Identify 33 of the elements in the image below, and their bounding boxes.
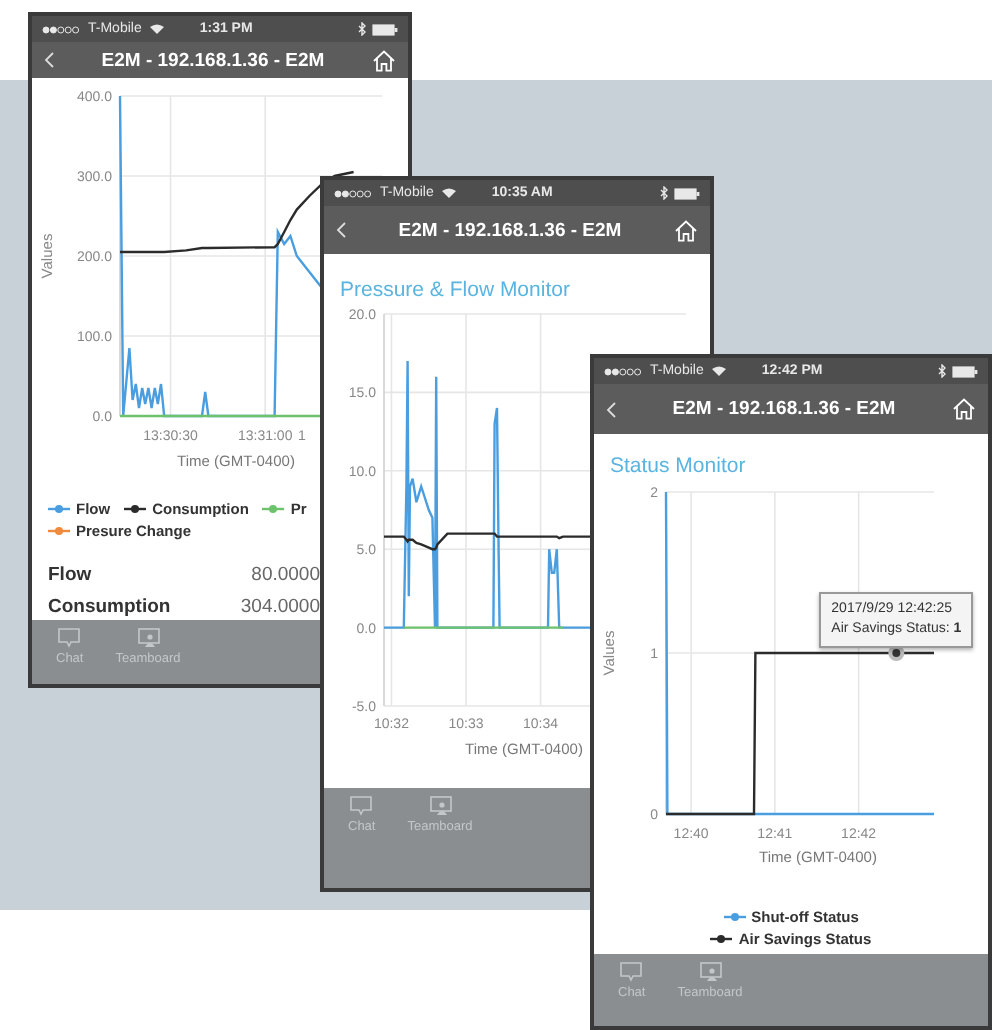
chat-icon <box>58 628 81 648</box>
home-icon[interactable] <box>952 398 976 420</box>
reading-value: 80.0000 <box>251 564 320 586</box>
bluetooth-icon <box>938 364 946 378</box>
back-icon[interactable] <box>44 52 54 68</box>
screen-title: E2M - 192.168.1.36 - E2M <box>99 49 327 71</box>
battery-icon <box>952 365 978 377</box>
chat-icon <box>620 962 643 982</box>
back-icon[interactable] <box>606 401 616 417</box>
home-icon[interactable] <box>372 49 396 71</box>
screen-title: E2M - 192.168.1.36 - E2M <box>670 398 898 420</box>
bluetooth-icon <box>358 22 366 36</box>
battery-icon <box>372 23 398 35</box>
wifi-icon <box>441 188 456 198</box>
whiteboard-icon <box>699 962 721 982</box>
signal-icon <box>604 367 642 375</box>
whiteboard-icon <box>429 796 451 816</box>
screen-title: E2M - 192.168.1.36 - E2M <box>396 219 624 241</box>
reading-label: Consumption <box>48 596 171 618</box>
back-icon[interactable] <box>336 222 346 238</box>
wifi-icon <box>711 366 726 376</box>
battery-icon <box>674 187 700 199</box>
reading-value: 304.0000 <box>240 596 320 618</box>
home-icon[interactable] <box>674 219 698 241</box>
bluetooth-icon <box>660 186 668 200</box>
signal-icon <box>334 189 372 197</box>
whiteboard-icon <box>137 628 159 648</box>
chart-title: Status Monitor <box>608 454 748 478</box>
reading-label: Flow <box>48 564 92 586</box>
chat-icon <box>350 796 373 816</box>
wifi-icon <box>149 24 164 34</box>
signal-icon <box>42 25 80 33</box>
chart-title: Pressure & Flow Monitor <box>338 278 572 302</box>
